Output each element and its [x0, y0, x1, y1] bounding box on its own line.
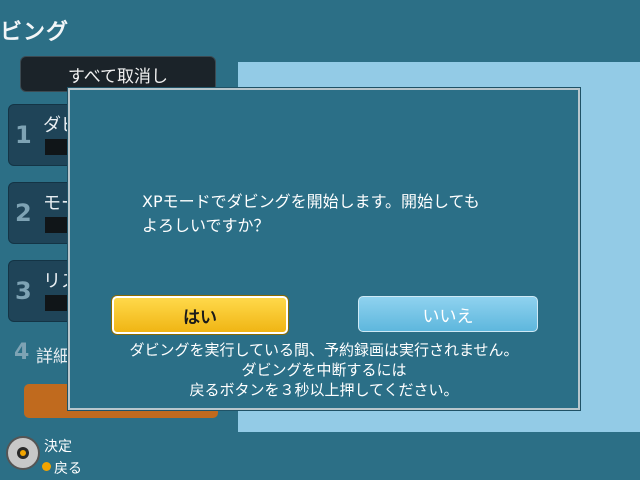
note-line2: ダビングを中断するには [241, 361, 407, 379]
yes-button[interactable]: はい [112, 296, 288, 334]
note-line1: ダビングを実行している間、予約録画は実行されません。 [129, 341, 519, 359]
cancel-all-label: すべて取消し [67, 66, 169, 87]
back-button-icon [42, 462, 51, 471]
dialog-message-line1: XPモードでダビングを開始します。開始しても [142, 192, 480, 211]
no-button[interactable]: いいえ [358, 296, 538, 332]
back-label: 戻る [54, 461, 82, 477]
confirm-dialog: XPモードでダビングを開始します。開始しても よろしいですか？ はい いいえ ダ… [68, 88, 580, 410]
step-number: 3 [15, 277, 32, 305]
dpad-enter-dot [20, 450, 26, 456]
no-label: いいえ [422, 306, 474, 327]
step-label: 詳細 [36, 347, 70, 367]
dialog-message-line2: よろしいですか？ [142, 216, 270, 235]
note-line3: 戻るボタンを３秒以上押してください。 [189, 381, 459, 399]
step-number: 4 [14, 340, 30, 365]
dialog-note: ダビングを実行している間、予約録画は実行されません。 ダビングを中断するには 戻… [80, 340, 568, 400]
remote-dpad-icon [6, 436, 40, 470]
dialog-message: XPモードでダビングを開始します。開始しても よろしいですか？ [142, 190, 562, 238]
step-number: 1 [15, 121, 32, 149]
step-number: 2 [15, 199, 32, 227]
screen-title: ビング [0, 20, 70, 45]
yes-label: はい [183, 307, 217, 328]
footer-guide: 決定 戻る [0, 430, 120, 480]
cancel-all-button[interactable]: すべて取消し [20, 56, 216, 92]
enter-label: 決定 [44, 439, 72, 455]
